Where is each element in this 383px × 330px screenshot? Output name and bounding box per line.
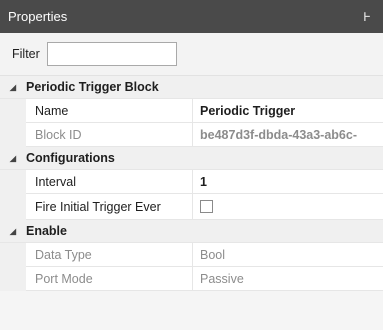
property-row-block-id: Block ID be487d3f-dbda-43a3-ab6c- — [0, 123, 383, 147]
property-name-label: Fire Initial Trigger Ever — [26, 194, 193, 220]
panel-title: Properties — [8, 9, 68, 24]
property-row-fire-initial-trigger: Fire Initial Trigger Ever — [0, 194, 383, 220]
property-name-label: Data Type — [26, 243, 193, 267]
collapse-triangle-icon[interactable]: ◢ — [0, 154, 26, 163]
property-name-label: Name — [26, 99, 193, 123]
filter-bar: Filter — [0, 33, 383, 76]
filter-input[interactable] — [46, 42, 177, 66]
collapse-triangle-icon[interactable]: ◢ — [0, 83, 26, 92]
category-enable[interactable]: ◢ Enable — [0, 220, 383, 243]
name-value-field[interactable]: Periodic Trigger — [193, 99, 383, 123]
block-id-value: be487d3f-dbda-43a3-ab6c- — [193, 123, 383, 147]
category-periodic-trigger-block[interactable]: ◢ Periodic Trigger Block — [0, 76, 383, 99]
pin-icon[interactable]: Ͱ — [361, 8, 373, 26]
category-configurations[interactable]: ◢ Configurations — [0, 147, 383, 170]
filter-label: Filter — [12, 47, 40, 61]
category-label: Periodic Trigger Block — [26, 80, 159, 94]
property-row-port-mode: Port Mode Passive — [0, 267, 383, 291]
properties-panel: Properties Ͱ Filter ◢ Periodic Trigger B… — [0, 0, 383, 330]
category-label: Enable — [26, 224, 67, 238]
data-type-value: Bool — [193, 243, 383, 267]
property-name-label: Interval — [26, 170, 193, 194]
category-label: Configurations — [26, 151, 115, 165]
fire-initial-trigger-checkbox[interactable] — [200, 200, 213, 213]
interval-value-field[interactable]: 1 — [193, 170, 383, 194]
property-name-label: Port Mode — [26, 267, 193, 291]
collapse-triangle-icon[interactable]: ◢ — [0, 227, 26, 236]
property-row-name: Name Periodic Trigger — [0, 99, 383, 123]
property-row-interval: Interval 1 — [0, 170, 383, 194]
port-mode-value: Passive — [193, 267, 383, 291]
panel-titlebar: Properties Ͱ — [0, 0, 383, 33]
property-row-data-type: Data Type Bool — [0, 243, 383, 267]
fire-initial-trigger-value — [193, 194, 383, 220]
property-name-label: Block ID — [26, 123, 193, 147]
